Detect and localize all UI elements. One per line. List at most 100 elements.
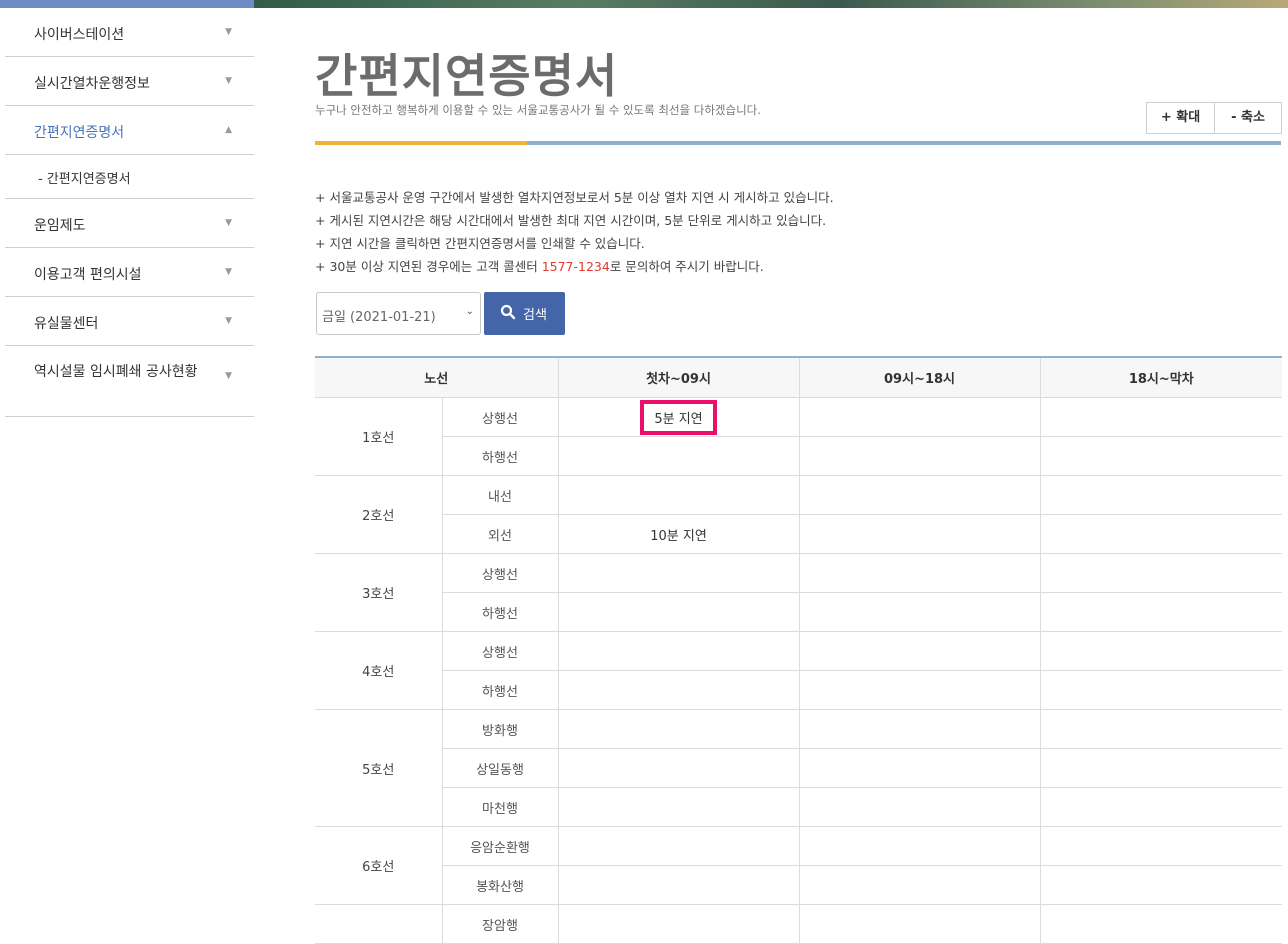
notice-text: + 30분 이상 지연된 경우에는 고객 콜센터 — [315, 259, 542, 274]
column-header-line: 노선 — [315, 357, 558, 398]
delay-cell — [1039, 631, 1282, 671]
delay-cell — [557, 475, 799, 515]
delay-cell — [798, 475, 1040, 515]
zoom-controls: + 확대 - 축소 — [1146, 102, 1282, 134]
sidebar-item-label: 간편지연증명서 — [34, 125, 125, 141]
delay-cell — [1039, 436, 1282, 476]
column-header-early: 첫차~09시 — [557, 357, 799, 398]
delay-cell — [557, 904, 799, 944]
delay-cell — [557, 748, 799, 788]
table-row: 마천행 — [315, 787, 1282, 827]
delay-cell — [798, 865, 1040, 905]
page-subtitle: 누구나 안전하고 행복하게 이용할 수 있는 서울교통공사가 될 수 있도록 최… — [315, 103, 761, 117]
sidebar-item-label: 실시간열차운행정보 — [34, 76, 150, 92]
delay-cell — [557, 631, 799, 671]
direction-cell: 하행선 — [441, 592, 558, 632]
line-name-cell: 1호선 — [315, 397, 442, 476]
notice-item: + 게시된 지연시간은 해당 시간대에서 발생한 최대 지연 시간이며, 5분 … — [315, 213, 827, 228]
table-row: 3호선 상행선 — [315, 553, 1282, 632]
delay-cell — [798, 436, 1040, 476]
delay-cell — [1039, 397, 1282, 437]
delay-cell — [557, 592, 799, 632]
delay-cell — [1039, 865, 1282, 905]
sidebar-item-delay-certificate[interactable]: 간편지연증명서 ▲ — [5, 106, 254, 155]
sidebar-subitem-delay-certificate[interactable]: - 간편지연증명서 — [5, 155, 254, 199]
top-banner-left-accent — [0, 0, 254, 8]
direction-cell: 하행선 — [441, 436, 558, 476]
delay-cell — [798, 397, 1040, 437]
delay-cell — [557, 436, 799, 476]
direction-cell: 상일동행 — [441, 748, 558, 788]
line-name-cell — [315, 904, 442, 944]
delay-cell — [1039, 904, 1282, 944]
sidebar-item-station-closure[interactable]: 역시설물 임시폐쇄 공사현황 ▼ — [5, 346, 254, 417]
sidebar-item-label: 유실물센터 — [34, 316, 99, 332]
delay-link[interactable]: 10분 지연 — [650, 529, 707, 544]
notice-item: + 30분 이상 지연된 경우에는 고객 콜센터 1577-1234로 문의하여… — [315, 255, 834, 278]
direction-cell: 장암행 — [441, 904, 558, 944]
table-row: 하행선 — [315, 670, 1282, 710]
sidebar-item-label: 이용고객 편의시설 — [34, 267, 142, 283]
delay-cell — [1039, 826, 1282, 866]
table-row: 상일동행 — [315, 748, 1282, 788]
delay-cell — [798, 826, 1040, 866]
delay-cell — [1039, 592, 1282, 632]
chevron-down-icon: ▼ — [225, 316, 232, 326]
direction-cell: 상행선 — [441, 553, 558, 593]
sidebar-item-cyberstation[interactable]: 사이버스테이션 ▼ — [5, 8, 254, 57]
direction-cell: 상행선 — [441, 397, 558, 437]
delay-cell: 10분 지연 — [557, 514, 799, 554]
delay-cell — [798, 631, 1040, 671]
line-name-cell: 3호선 — [315, 553, 442, 632]
sidebar-item-facilities[interactable]: 이용고객 편의시설 ▼ — [5, 248, 254, 297]
delay-cell — [1039, 748, 1282, 788]
delay-cell — [1039, 553, 1282, 593]
sidebar-menu: 사이버스테이션 ▼ 실시간열차운행정보 ▼ 간편지연증명서 ▲ - 간편지연증명… — [5, 8, 254, 417]
delay-cell — [1039, 787, 1282, 827]
delay-cell — [798, 592, 1040, 632]
chevron-down-icon: ▼ — [225, 27, 232, 37]
delay-cell — [557, 826, 799, 866]
direction-cell: 봉화산행 — [441, 865, 558, 905]
line-name-cell: 5호선 — [315, 709, 442, 827]
delay-cell — [557, 865, 799, 905]
title-divider — [315, 141, 1281, 145]
table-row: 봉화산행 — [315, 865, 1282, 905]
table-row: 2호선 내선 — [315, 475, 1282, 554]
date-select[interactable]: 금일 (2021-01-21) ⌄ — [316, 292, 481, 335]
column-header-day: 09시~18시 — [798, 357, 1040, 398]
search-button[interactable]: 검색 — [484, 292, 565, 335]
delay-link[interactable]: 5분 지연 — [640, 399, 717, 435]
sidebar-item-label: 역시설물 임시폐쇄 공사현황 — [34, 364, 198, 380]
sidebar-item-realtime-train[interactable]: 실시간열차운행정보 ▼ — [5, 57, 254, 106]
search-icon — [500, 304, 516, 320]
delay-cell — [798, 787, 1040, 827]
delay-cell — [798, 748, 1040, 788]
sidebar-item-label: 사이버스테이션 — [34, 27, 125, 43]
delay-cell — [557, 670, 799, 710]
table-header-row: 노선 첫차~09시 09시~18시 18시~막차 — [315, 357, 1282, 398]
chevron-down-icon: ▼ — [225, 267, 232, 277]
table-row: 하행선 — [315, 436, 1282, 476]
zoom-in-button[interactable]: + 확대 — [1147, 103, 1214, 133]
direction-cell: 내선 — [441, 475, 558, 515]
page-title: 간편지연증명서 — [315, 49, 619, 103]
search-button-label: 검색 — [523, 308, 547, 323]
notice-text: 로 문의하여 주시기 바랍니다. — [609, 259, 764, 274]
delay-cell — [798, 514, 1040, 554]
sidebar-item-lost-found[interactable]: 유실물센터 ▼ — [5, 297, 254, 346]
delay-cell — [798, 670, 1040, 710]
direction-cell: 응암순환행 — [441, 826, 558, 866]
zoom-out-button[interactable]: - 축소 — [1214, 103, 1281, 133]
notice-list: + 서울교통공사 운영 구간에서 발생한 열차지연정보로서 5분 이상 열차 지… — [315, 186, 834, 278]
delay-cell — [1039, 514, 1282, 554]
notice-item: + 지연 시간을 클릭하면 간편지연증명서를 인쇄할 수 있습니다. — [315, 236, 645, 251]
chevron-down-icon: ▼ — [225, 218, 232, 228]
table-row: 외선 10분 지연 — [315, 514, 1282, 554]
line-name-cell: 4호선 — [315, 631, 442, 710]
column-header-night: 18시~막차 — [1039, 357, 1282, 398]
sidebar-item-fare-system[interactable]: 운임제도 ▼ — [5, 199, 254, 248]
title-divider-accent — [315, 141, 527, 145]
table-row: 4호선 상행선 — [315, 631, 1282, 710]
line-name-cell: 2호선 — [315, 475, 442, 554]
